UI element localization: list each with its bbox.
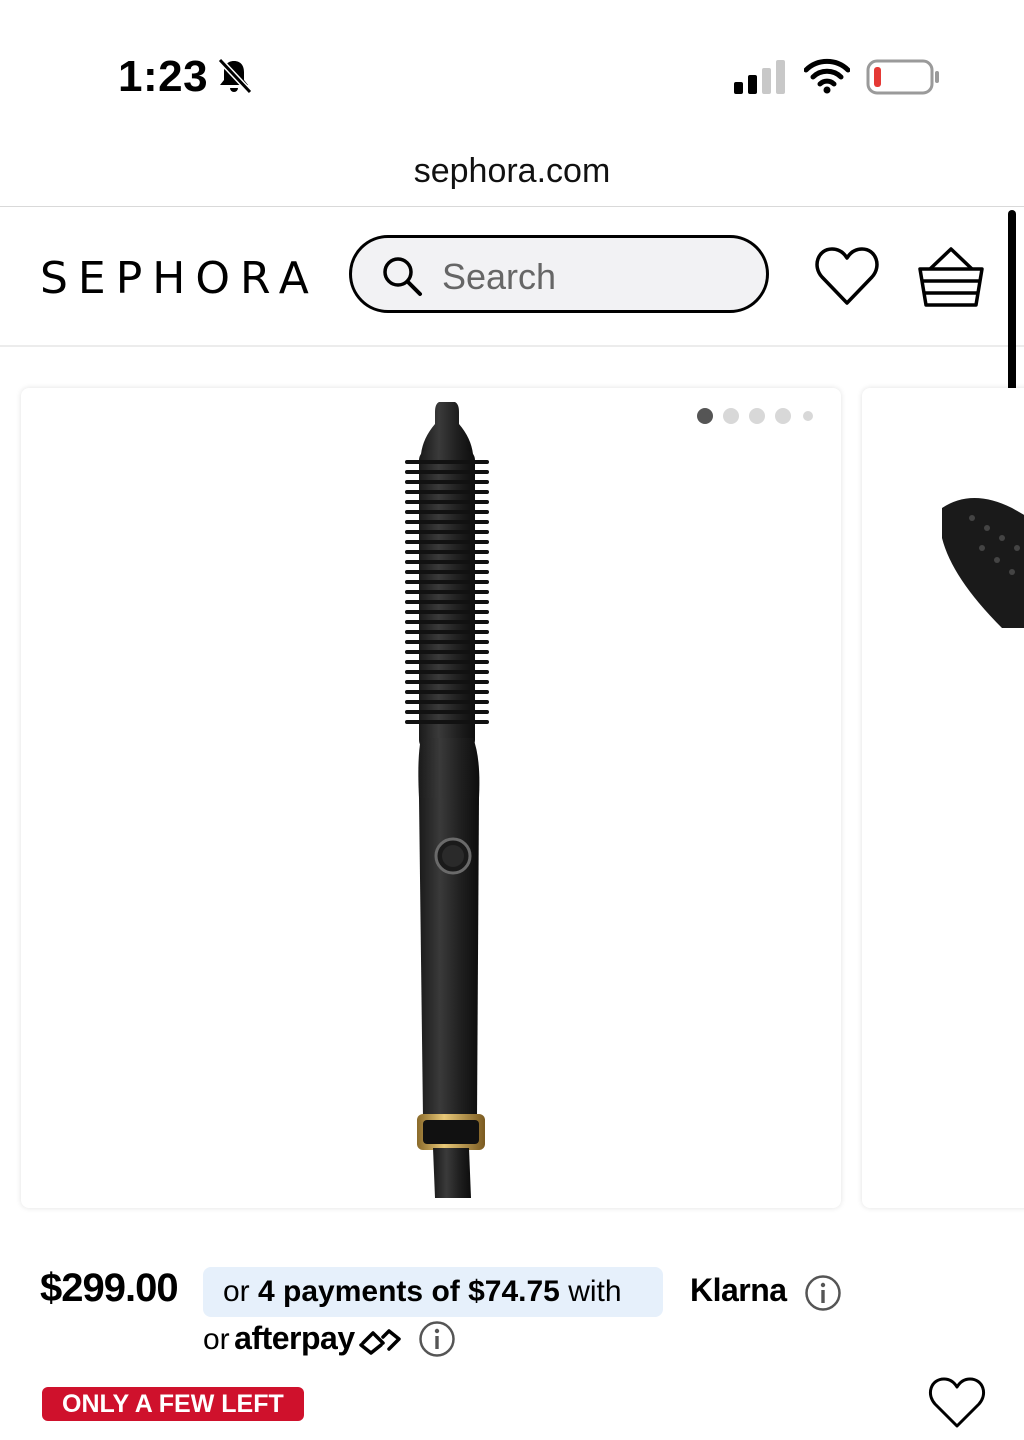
battery-low-icon	[866, 59, 939, 95]
page: 1:23 sephora.com SEPHORA Search $299.00 …	[0, 0, 1024, 1440]
basket-icon[interactable]	[916, 243, 986, 309]
klarna-text: or 4 payments of $74.75 with	[223, 1275, 622, 1309]
klarna-prefix: or	[223, 1275, 250, 1308]
product-card[interactable]	[21, 388, 841, 1208]
klarna-logo: Klarna	[690, 1272, 787, 1308]
carousel-dot[interactable]	[749, 408, 765, 424]
site-header: SEPHORA Search	[0, 207, 1024, 347]
afterpay-prefix: or	[203, 1323, 230, 1356]
next-product-image	[942, 498, 1024, 628]
carousel-dot[interactable]	[723, 408, 739, 424]
heart-icon[interactable]	[928, 1376, 986, 1430]
info-icon[interactable]	[418, 1320, 456, 1358]
search-icon	[383, 257, 422, 296]
address-bar[interactable]: sephora.com	[0, 140, 1024, 207]
klarna-installments: 4 payments of $74.75	[258, 1275, 560, 1308]
afterpay-logo: afterpay	[234, 1320, 355, 1356]
stock-badge: ONLY A FEW LEFT	[42, 1387, 304, 1421]
afterpay-arrows-icon	[359, 1329, 401, 1355]
wifi-icon	[804, 58, 850, 94]
bell-slash-icon	[217, 57, 253, 95]
search-input[interactable]: Search	[349, 235, 769, 313]
carousel-dot[interactable]	[803, 411, 813, 421]
url-text[interactable]: sephora.com	[414, 152, 611, 191]
heart-icon[interactable]	[814, 245, 880, 307]
sephora-logo[interactable]: SEPHORA	[40, 253, 319, 304]
product-price: $299.00	[40, 1266, 179, 1310]
search-placeholder: Search	[442, 256, 557, 297]
product-image	[405, 402, 489, 1198]
info-icon[interactable]	[804, 1274, 842, 1312]
carousel-dot[interactable]	[775, 408, 791, 424]
next-product-card[interactable]	[862, 388, 1024, 1208]
klarna-payment-info[interactable]: or 4 payments of $74.75 with	[203, 1267, 663, 1317]
cellular-signal-icon	[734, 60, 785, 94]
carousel-dot-active[interactable]	[697, 408, 713, 424]
afterpay-payment-info[interactable]: or afterpay	[203, 1320, 403, 1360]
carousel-indicator	[697, 408, 837, 428]
status-bar: 1:23	[0, 0, 1024, 140]
status-time: 1:23	[118, 52, 209, 101]
klarna-suffix: with	[568, 1275, 622, 1308]
